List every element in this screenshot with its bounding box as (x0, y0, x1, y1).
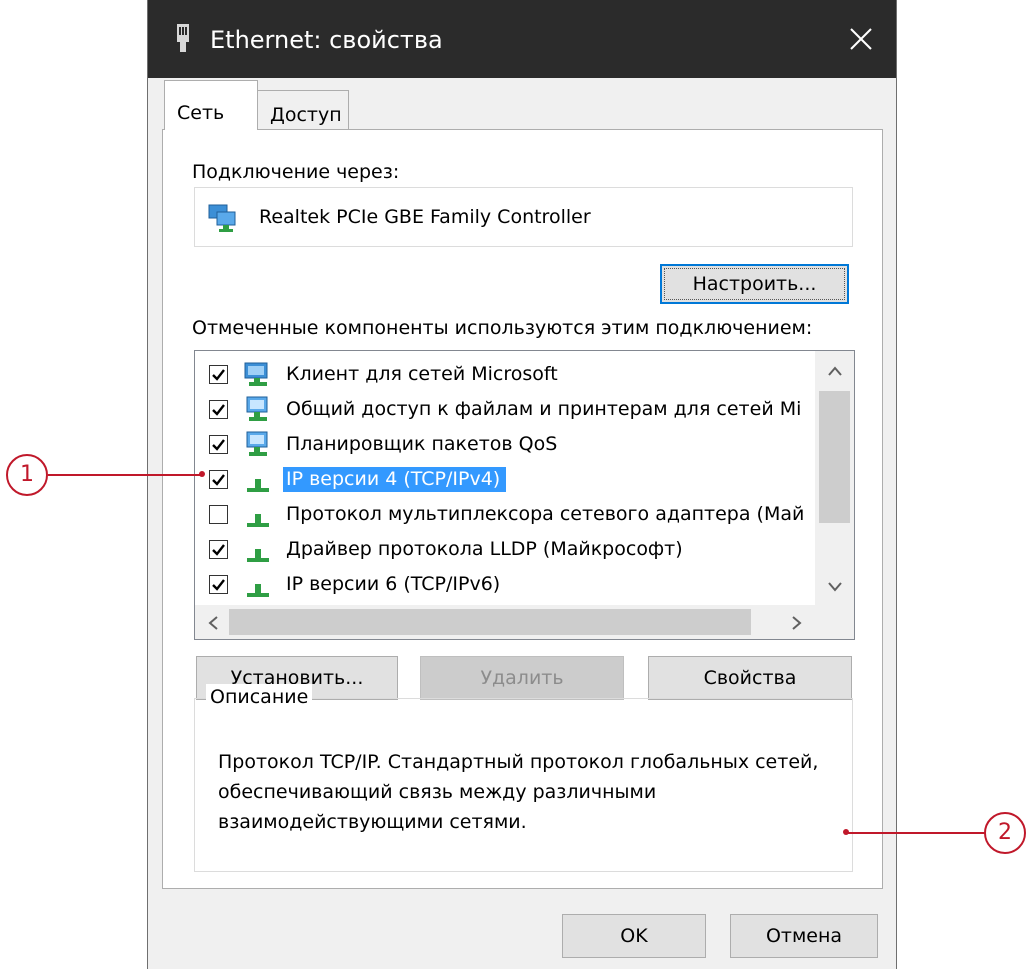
component-label: Планировщик пакетов QoS (286, 433, 558, 455)
component-label: Драйвер протокола LLDP (Майкрософт) (286, 538, 683, 560)
component-checkbox[interactable] (209, 365, 228, 384)
component-label: Клиент для сетей Microsoft (286, 363, 558, 385)
network-service-icon (243, 395, 273, 425)
description-text: Протокол TCP/IP. Стандартный протокол гл… (218, 751, 819, 833)
component-checkbox[interactable] (209, 435, 228, 454)
tab-network[interactable]: Сеть (164, 80, 258, 130)
components-list[interactable]: Клиент для сетей Microsoft Общий доступ к… (194, 350, 855, 640)
network-adapter-icon (208, 204, 236, 232)
list-item[interactable]: Планировщик пакетов QoS (195, 427, 825, 462)
checkmark-icon (212, 474, 225, 486)
component-checkbox[interactable] (209, 540, 228, 559)
properties-button[interactable]: Свойства (648, 656, 852, 700)
configure-button[interactable]: Настроить... (660, 264, 849, 304)
vertical-scrollbar[interactable] (815, 351, 854, 605)
remove-button[interactable]: Удалить (420, 656, 624, 700)
component-checkbox[interactable] (209, 400, 228, 419)
vertical-scroll-thumb[interactable] (819, 391, 850, 523)
protocol-icon (243, 570, 273, 600)
list-item[interactable]: Протокол мультиплексора сетевого адаптер… (195, 497, 825, 532)
scroll-up-arrow-icon[interactable] (827, 365, 843, 377)
horizontal-scroll-thumb[interactable] (229, 609, 751, 635)
ok-button[interactable]: OK (562, 914, 706, 958)
checkmark-icon (212, 369, 225, 381)
protocol-icon (243, 500, 273, 530)
description-legend: Описание (206, 684, 313, 710)
list-item[interactable]: Клиент для сетей Microsoft (195, 357, 825, 392)
scroll-down-arrow-icon[interactable] (827, 581, 843, 593)
cancel-button[interactable]: Отмена (730, 914, 878, 958)
ethernet-icon (177, 24, 189, 52)
callout-1-line (48, 474, 202, 476)
callout-2-line (846, 832, 986, 834)
callout-2: 2 (984, 812, 1026, 854)
window-title: Ethernet: свойства (210, 26, 443, 54)
network-service-icon (243, 430, 273, 460)
scroll-right-arrow-icon[interactable] (791, 616, 803, 630)
properties-window: Ethernet: свойства Сеть Доступ Подключен… (147, 0, 897, 969)
component-label: IP версии 4 (TCP/IPv4) (283, 467, 507, 492)
network-client-icon (243, 360, 273, 390)
checkmark-icon (212, 439, 225, 451)
component-checkbox[interactable] (209, 470, 228, 489)
component-label: Протокол мультиплексора сетевого адаптер… (286, 503, 805, 525)
component-label: IP версии 6 (TCP/IPv6) (286, 573, 501, 595)
connect-using-label: Подключение через: (192, 161, 400, 183)
adapter-name: Realtek PCIe GBE Family Controller (259, 206, 591, 228)
close-button[interactable] (826, 0, 896, 78)
component-checkbox[interactable] (209, 575, 228, 594)
checkmark-icon (212, 404, 225, 416)
callout-1: 1 (6, 454, 48, 496)
component-label: Общий доступ к файлам и принтерам для се… (286, 398, 802, 420)
list-item[interactable]: IP версии 4 (TCP/IPv4) (195, 462, 825, 497)
list-item[interactable]: Драйвер протокола LLDP (Майкрософт) (195, 532, 825, 567)
tab-sharing[interactable]: Доступ (257, 90, 349, 130)
callout-2-dot (843, 829, 849, 835)
horizontal-scrollbar[interactable] (195, 605, 815, 639)
scrollbar-corner (815, 605, 854, 639)
checkmark-icon (212, 579, 225, 591)
checkmark-icon (212, 544, 225, 556)
protocol-icon (243, 465, 273, 495)
callout-1-dot (199, 471, 205, 477)
components-label: Отмеченные компоненты используются этим … (192, 317, 813, 339)
close-icon (850, 28, 872, 50)
list-item[interactable]: Общий доступ к файлам и принтерам для се… (195, 392, 825, 427)
title-bar[interactable]: Ethernet: свойства (148, 0, 896, 78)
list-item[interactable]: IP версии 6 (TCP/IPv6) (195, 567, 825, 602)
adapter-field: Realtek PCIe GBE Family Controller (194, 187, 853, 247)
component-checkbox[interactable] (209, 505, 228, 524)
scroll-left-arrow-icon[interactable] (207, 616, 219, 630)
protocol-icon (243, 535, 273, 565)
